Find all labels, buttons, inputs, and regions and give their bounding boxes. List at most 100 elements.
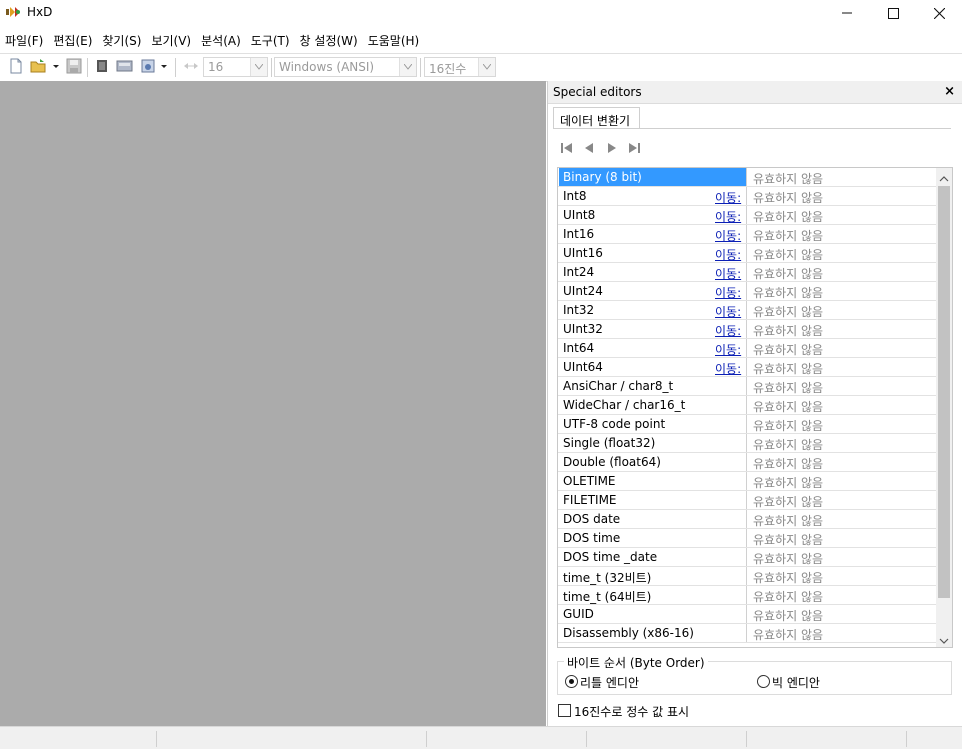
new-file-icon[interactable]: [8, 58, 24, 74]
next-icon[interactable]: [604, 140, 620, 156]
memory-icon[interactable]: [94, 58, 110, 74]
goto-link[interactable]: 이동:: [715, 303, 741, 320]
bytes-per-row-select[interactable]: 16: [203, 57, 268, 77]
table-row[interactable]: Single (float32) 유효하지 않음: [558, 434, 936, 453]
value-cell[interactable]: 유효하지 않음: [746, 396, 937, 414]
first-icon[interactable]: [559, 140, 575, 156]
table-row[interactable]: GUID 유효하지 않음: [558, 605, 936, 624]
chevron-up-icon[interactable]: [939, 172, 949, 186]
value-cell[interactable]: 유효하지 않음: [746, 320, 937, 338]
table-row[interactable]: Binary (8 bit) 유효하지 않음: [558, 168, 936, 187]
menu-help[interactable]: 도움말(H): [363, 29, 425, 51]
chevron-down-icon[interactable]: [939, 634, 949, 647]
maximize-button[interactable]: [870, 0, 916, 26]
open-dropdown-icon[interactable]: [51, 58, 61, 74]
value-cell[interactable]: 유효하지 않음: [746, 168, 937, 186]
hex-integers-label[interactable]: 16진수로 정수 값 표시: [574, 703, 689, 720]
menu-search[interactable]: 찾기(S): [97, 29, 146, 51]
value-cell[interactable]: 유효하지 않음: [746, 206, 937, 224]
table-row[interactable]: Int24 이동: 유효하지 않음: [558, 263, 936, 282]
table-row[interactable]: Int64 이동: 유효하지 않음: [558, 339, 936, 358]
table-row[interactable]: Int32 이동: 유효하지 않음: [558, 301, 936, 320]
data-inspector-grid[interactable]: Binary (8 bit) 유효하지 않음 Int8 이동: 유효하지 않음 UInt8…: [557, 167, 953, 648]
process-dropdown-icon[interactable]: [159, 58, 169, 74]
value-cell[interactable]: 유효하지 않음: [746, 263, 937, 281]
disk-icon[interactable]: [116, 58, 133, 74]
hex-integers-checkbox[interactable]: [558, 704, 571, 717]
table-row[interactable]: time_t (64비트) 유효하지 않음: [558, 586, 936, 605]
value-cell[interactable]: 유효하지 않음: [746, 453, 937, 471]
process-icon[interactable]: [140, 58, 156, 74]
goto-link[interactable]: 이동:: [715, 227, 741, 244]
table-row[interactable]: UInt24 이동: 유효하지 않음: [558, 282, 936, 301]
table-row[interactable]: DOS time 유효하지 않음: [558, 529, 936, 548]
value-cell[interactable]: 유효하지 않음: [746, 529, 937, 547]
table-row[interactable]: UTF-8 code point 유효하지 않음: [558, 415, 936, 434]
table-row[interactable]: FILETIME 유효하지 않음: [558, 491, 936, 510]
chevron-down-icon: [250, 58, 267, 76]
value-cell[interactable]: 유효하지 않음: [746, 377, 937, 395]
value-cell[interactable]: 유효하지 않음: [746, 282, 937, 300]
value-cell[interactable]: 유효하지 않음: [746, 187, 937, 205]
table-row[interactable]: DOS time _date 유효하지 않음: [558, 548, 936, 567]
last-icon[interactable]: [626, 140, 642, 156]
value-cell[interactable]: 유효하지 않음: [746, 415, 937, 433]
offset-base-select[interactable]: 16진수: [424, 57, 496, 77]
table-row[interactable]: Disassembly (x86-16) 유효하지 않음: [558, 624, 936, 643]
goto-link[interactable]: 이동:: [715, 360, 741, 377]
save-icon[interactable]: [66, 58, 82, 74]
value-cell[interactable]: 유효하지 않음: [746, 244, 937, 262]
value-cell[interactable]: 유효하지 않음: [746, 225, 937, 243]
minimize-button[interactable]: [824, 0, 870, 26]
value-cell[interactable]: 유효하지 않음: [746, 548, 937, 566]
table-row[interactable]: UInt16 이동: 유효하지 않음: [558, 244, 936, 263]
goto-link[interactable]: 이동:: [715, 189, 741, 206]
table-row[interactable]: Int8 이동: 유효하지 않음: [558, 187, 936, 206]
panel-close-icon[interactable]: ×: [944, 84, 955, 99]
value-cell[interactable]: 유효하지 않음: [746, 586, 937, 604]
table-row[interactable]: UInt8 이동: 유효하지 않음: [558, 206, 936, 225]
value-cell[interactable]: 유효하지 않음: [746, 301, 937, 319]
goto-link[interactable]: 이동:: [715, 322, 741, 339]
table-row[interactable]: Double (float64) 유효하지 않음: [558, 453, 936, 472]
menu-tools[interactable]: 도구(T): [246, 29, 295, 51]
goto-link[interactable]: 이동:: [715, 246, 741, 263]
tab-data-inspector[interactable]: 데이터 변환기: [553, 107, 640, 129]
little-endian-label[interactable]: 리틀 엔디안: [580, 674, 639, 691]
value-cell[interactable]: 유효하지 않음: [746, 491, 937, 509]
little-endian-radio[interactable]: [565, 675, 578, 688]
table-row[interactable]: DOS date 유효하지 않음: [558, 510, 936, 529]
goto-link[interactable]: 이동:: [715, 341, 741, 358]
table-row[interactable]: OLETIME 유효하지 않음: [558, 472, 936, 491]
table-row[interactable]: UInt64 이동: 유효하지 않음: [558, 358, 936, 377]
table-row[interactable]: Int16 이동: 유효하지 않음: [558, 225, 936, 244]
big-endian-label[interactable]: 빅 엔디안: [772, 674, 820, 691]
menu-window[interactable]: 창 설정(W): [295, 29, 363, 51]
value-cell[interactable]: 유효하지 않음: [746, 510, 937, 528]
editor-workspace[interactable]: [0, 81, 546, 726]
table-row[interactable]: UInt32 이동: 유효하지 않음: [558, 320, 936, 339]
scrollbar-thumb[interactable]: [938, 186, 950, 598]
value-cell[interactable]: 유효하지 않음: [746, 358, 937, 376]
table-row[interactable]: AnsiChar / char8_t 유효하지 않음: [558, 377, 936, 396]
value-cell[interactable]: 유효하지 않음: [746, 472, 937, 490]
table-row[interactable]: time_t (32비트) 유효하지 않음: [558, 567, 936, 586]
goto-link[interactable]: 이동:: [715, 208, 741, 225]
charset-select[interactable]: Windows (ANSI): [274, 57, 417, 77]
menu-file[interactable]: 파일(F): [0, 29, 48, 51]
menu-edit[interactable]: 편집(E): [48, 29, 97, 51]
menu-view[interactable]: 보기(V): [146, 29, 196, 51]
value-cell[interactable]: 유효하지 않음: [746, 434, 937, 452]
open-folder-icon[interactable]: [30, 58, 46, 74]
close-button[interactable]: [916, 0, 962, 26]
value-cell[interactable]: 유효하지 않음: [746, 567, 937, 585]
big-endian-radio[interactable]: [757, 675, 770, 688]
value-cell[interactable]: 유효하지 않음: [746, 339, 937, 357]
value-cell[interactable]: 유효하지 않음: [746, 605, 937, 623]
menu-analysis[interactable]: 분석(A): [196, 29, 246, 51]
value-cell[interactable]: 유효하지 않음: [746, 624, 937, 642]
goto-link[interactable]: 이동:: [715, 265, 741, 282]
previous-icon[interactable]: [581, 140, 597, 156]
table-row[interactable]: WideChar / char16_t 유효하지 않음: [558, 396, 936, 415]
goto-link[interactable]: 이동:: [715, 284, 741, 301]
